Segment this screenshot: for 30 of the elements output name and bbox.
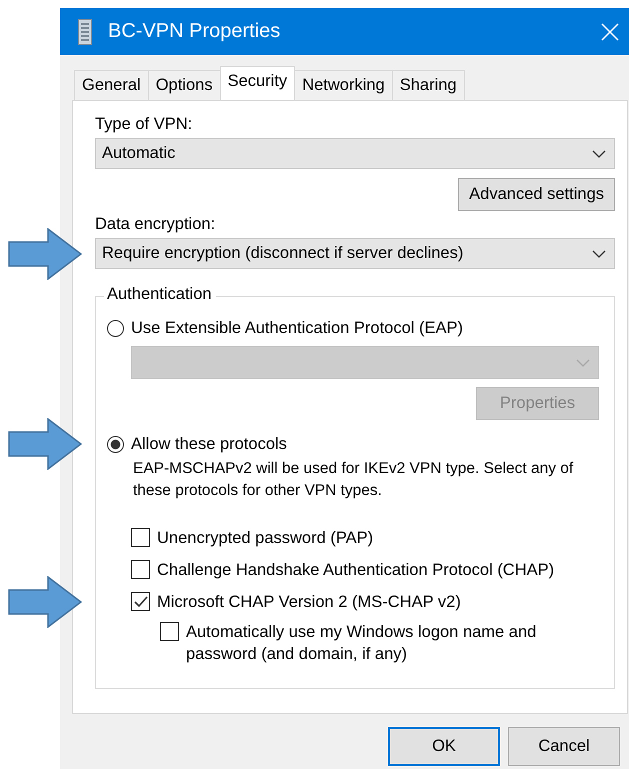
encryption-dropdown[interactable]: Require encryption (disconnect if server declines) (95, 238, 615, 269)
window-title: BC-VPN Properties (108, 20, 282, 43)
checkbox[interactable] (131, 528, 150, 547)
checkbox[interactable] (131, 560, 150, 579)
tab[interactable]: Security (220, 66, 296, 100)
chevron-down-icon (592, 250, 606, 258)
field-label: Type of VPN: (95, 115, 194, 134)
checkbox-label[interactable]: Unencrypted password (PAP) (157, 527, 374, 549)
checkbox-label[interactable]: Challenge Handshake Authentication Protocol (CHAP) (157, 559, 554, 581)
radio-label[interactable]: Allow these protocols (131, 434, 287, 454)
close-icon[interactable] (601, 22, 619, 40)
checkmark-icon (132, 594, 148, 610)
dialog-button[interactable]: Cancel (508, 727, 620, 766)
checkbox-label[interactable]: Automatically use my Windows logon name and password (and domain, if any) (186, 621, 586, 665)
dialog-button[interactable]: OK (388, 727, 500, 766)
field-label: Data encryption: (95, 215, 216, 234)
radio-button[interactable] (107, 436, 124, 452)
radio-button[interactable] (107, 320, 124, 336)
server-icon (78, 18, 92, 44)
checkbox[interactable] (131, 592, 150, 611)
radio-label[interactable]: Use Extensible Authentication Protocol (EAP) (131, 318, 464, 338)
checkbox[interactable] (160, 622, 179, 641)
tab[interactable]: General (74, 70, 149, 100)
checkbox-label[interactable]: Microsoft CHAP Version 2 (MS-CHAP v2) (157, 591, 461, 613)
vpn-type-dropdown[interactable]: Automatic (95, 138, 615, 169)
description-text: EAP-MSCHAPv2 will be used for IKEv2 VPN type. Select any of these protocols for other VPN types. (133, 459, 574, 501)
advanced-settings-button[interactable]: Advanced settings (458, 178, 615, 211)
chevron-down-icon (592, 150, 606, 158)
chevron-down-icon (576, 358, 590, 366)
tab[interactable]: Sharing (392, 70, 465, 100)
